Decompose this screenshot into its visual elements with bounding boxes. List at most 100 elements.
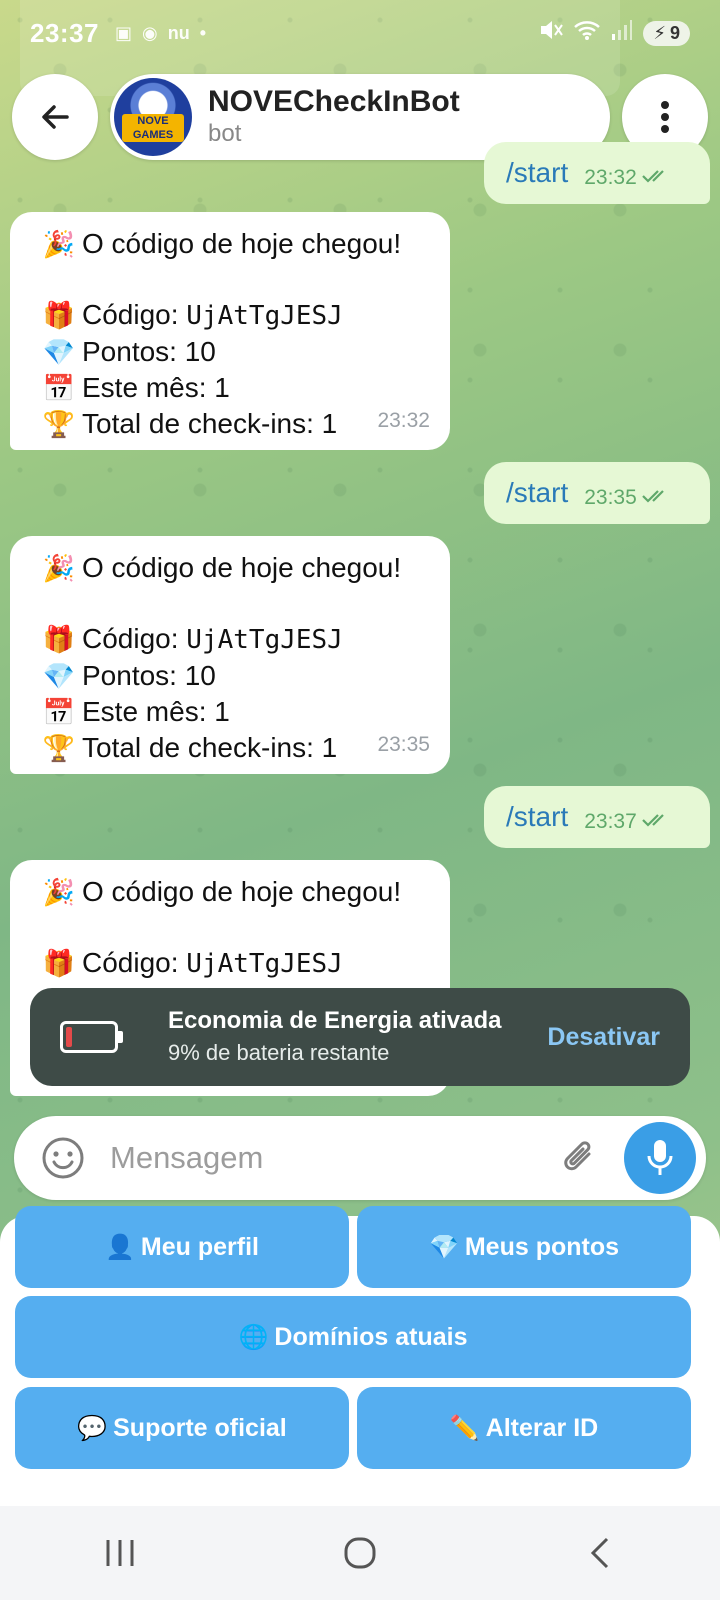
gift-icon: 🎁 (42, 300, 76, 330)
incoming-message[interactable]: 🎉 O código de hoje chegou! 🎁 Código: UjAtT… (10, 536, 450, 774)
message-headline: O código de hoje chegou! (82, 228, 402, 259)
double-check-icon (641, 486, 671, 510)
code-value[interactable]: UjAtTgJESJ (186, 625, 343, 655)
message-headline: O código de hoje chegou! (82, 552, 402, 583)
outgoing-message[interactable]: /start 23:32 (484, 142, 710, 204)
gift-icon: 🎁 (42, 948, 76, 978)
recent-apps-button[interactable] (90, 1523, 150, 1583)
button-label: Suporte oficial (113, 1413, 287, 1442)
incoming-message[interactable]: 🎉 O código de hoje chegou! 🎁 Código: UjAtT… (10, 212, 450, 450)
wifi-icon (573, 19, 601, 47)
battery-level: 9 (669, 22, 680, 43)
diamond-icon: 💎 (42, 661, 76, 691)
status-system-icons: ⚡ 9 (539, 19, 690, 47)
battery-indicator: ⚡ 9 (643, 20, 690, 46)
chevron-left-icon (590, 1537, 609, 1569)
trophy-icon: 🏆 (42, 733, 76, 763)
dot-icon: • (199, 22, 207, 43)
low-battery-icon (60, 1021, 123, 1053)
avatar-logo-text: NOVE GAMES (122, 114, 184, 142)
arrow-left-icon (42, 105, 69, 129)
status-notification-icons: ▣ ◉ nu • (115, 23, 206, 44)
message-text: /start (506, 801, 569, 832)
code-value[interactable]: UjAtTgJESJ (186, 301, 343, 331)
smiley-icon (42, 1137, 84, 1179)
button-label: Alterar ID (485, 1413, 599, 1442)
button-label: Meu perfil (140, 1232, 259, 1261)
more-vertical-icon (661, 101, 669, 133)
code-label: Código: (82, 299, 187, 330)
status-time: 23:37 (30, 17, 99, 48)
mute-icon (539, 19, 564, 47)
battery-saver-toast: Economia de Energia ativada 9% de bateri… (30, 988, 690, 1086)
signal-icon (611, 19, 633, 47)
microphone-icon (647, 1140, 673, 1175)
outgoing-message[interactable]: /start 23:37 (484, 786, 710, 848)
button-label: Domínios atuais (274, 1322, 468, 1351)
charging-icon: ⚡ (653, 22, 666, 43)
bot-reply-keyboard: 👤 Meu perfil 💎 Meus pontos 🌐 Domínios at… (0, 1206, 720, 1506)
recents-icon (106, 1540, 134, 1566)
message-headline: O código de hoje chegou! (82, 876, 402, 907)
message-time: 23:37 (584, 810, 637, 833)
nu-icon: nu (167, 22, 190, 43)
disable-battery-saver-button[interactable]: Desativar (547, 1023, 660, 1052)
double-check-icon (641, 810, 671, 834)
month-text: Este mês: 1 (82, 372, 230, 403)
globe-icon: 🌐 (238, 1323, 269, 1351)
current-domains-button[interactable]: 🌐 Domínios atuais (15, 1296, 691, 1378)
party-popper-icon: 🎉 (42, 877, 76, 907)
my-profile-button[interactable]: 👤 Meu perfil (15, 1206, 349, 1288)
microphone-button[interactable] (624, 1122, 696, 1194)
message-time: 23:32 (377, 409, 430, 432)
home-button[interactable] (330, 1523, 390, 1583)
total-text: Total de check-ins: 1 (82, 732, 338, 763)
emoji-button[interactable] (38, 1133, 88, 1183)
shield-icon: ◉ (142, 22, 158, 43)
party-popper-icon: 🎉 (42, 553, 76, 583)
diamond-icon: 💎 (428, 1233, 459, 1261)
code-value[interactable]: UjAtTgJESJ (186, 949, 343, 979)
pencil-icon: ✏️ (449, 1414, 480, 1442)
official-support-button[interactable]: 💬 Suporte oficial (15, 1387, 349, 1469)
status-bar: 23:37 ▣ ◉ nu • ⚡ 9 (0, 0, 720, 66)
message-time: 23:35 (377, 733, 430, 756)
my-points-button[interactable]: 💎 Meus pontos (357, 1206, 691, 1288)
month-text: Este mês: 1 (82, 696, 230, 727)
message-text: /start (506, 477, 569, 508)
calendar-icon: 📅 (42, 373, 76, 403)
gift-icon: 🎁 (42, 624, 76, 654)
back-nav-button[interactable] (570, 1523, 630, 1583)
toast-title: Economia de Energia ativada (168, 1007, 502, 1034)
home-icon (344, 1537, 376, 1569)
points-text: Pontos: 10 (82, 336, 216, 367)
user-icon: 👤 (105, 1233, 135, 1261)
outgoing-message[interactable]: /start 23:35 (484, 462, 710, 524)
code-label: Código: (82, 947, 187, 978)
chat-subtitle: bot (208, 120, 242, 147)
button-label: Meus pontos (464, 1232, 620, 1261)
back-button[interactable] (12, 74, 98, 160)
speech-bubble-icon: 💬 (77, 1414, 108, 1442)
chat-title: NOVECheckInBot (208, 85, 460, 118)
system-navigation-bar (0, 1506, 720, 1600)
attach-button[interactable] (554, 1133, 604, 1183)
points-text: Pontos: 10 (82, 660, 216, 691)
message-input-bar (14, 1116, 706, 1200)
double-check-icon (641, 166, 671, 190)
bot-avatar[interactable]: NOVE GAMES (114, 78, 192, 156)
code-label: Código: (82, 623, 187, 654)
message-text: /start (506, 157, 569, 188)
calendar-icon: 📅 (42, 697, 76, 727)
trophy-icon: 🏆 (42, 409, 76, 439)
diamond-icon: 💎 (42, 337, 76, 367)
total-text: Total de check-ins: 1 (82, 408, 338, 439)
party-popper-icon: 🎉 (42, 229, 76, 259)
toast-subtitle: 9% de bateria restante (168, 1040, 390, 1065)
message-time: 23:32 (584, 166, 637, 189)
paperclip-icon (564, 1141, 591, 1171)
change-id-button[interactable]: ✏️ Alterar ID (357, 1387, 691, 1469)
chip-icon: ▣ (115, 22, 133, 43)
message-time: 23:35 (584, 486, 637, 509)
message-input[interactable] (108, 1139, 532, 1177)
